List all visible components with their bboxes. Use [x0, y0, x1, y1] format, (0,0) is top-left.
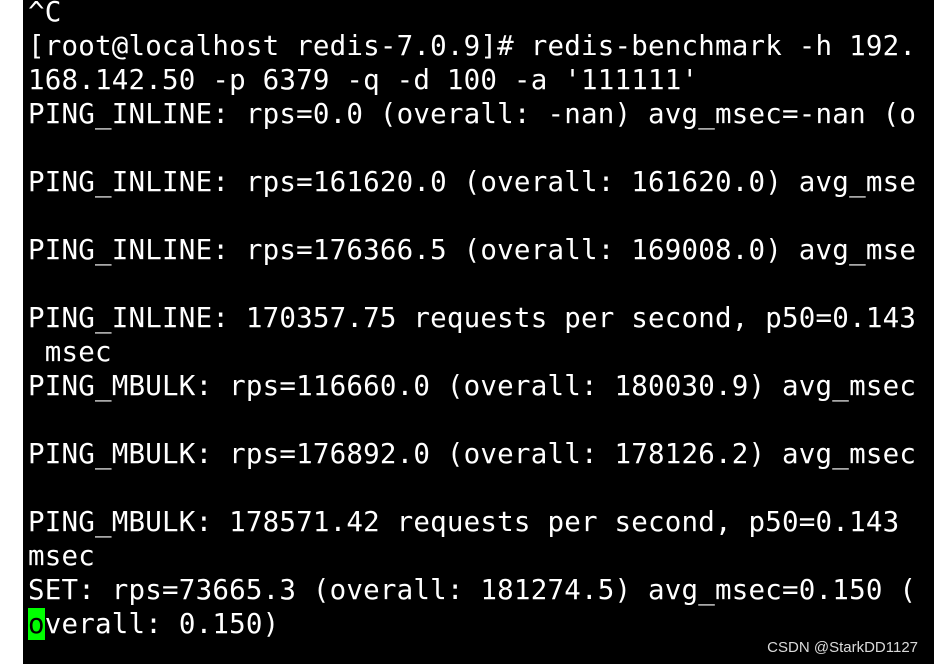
- terminal-line-text: verall: 0.150): [44, 608, 280, 640]
- terminal-cursor: o: [28, 608, 45, 640]
- terminal-line: PING_INLINE: rps=176366.5 (overall: 1690…: [28, 234, 917, 266]
- terminal-output: ^C [root@localhost redis-7.0.9]# redis-b…: [28, 0, 916, 641]
- terminal-line: msec: [28, 540, 96, 572]
- terminal-line: ^C: [28, 0, 62, 28]
- left-margin: [0, 0, 23, 664]
- terminal-line: PING_INLINE: rps=161620.0 (overall: 1616…: [28, 166, 917, 198]
- terminal-line: PING_MBULK: rps=176892.0 (overall: 17812…: [28, 438, 917, 470]
- terminal-line: [root@localhost redis-7.0.9]# redis-benc…: [28, 30, 917, 62]
- terminal-line: PING_MBULK: 178571.42 requests per secon…: [28, 506, 900, 538]
- terminal-line: PING_INLINE: rps=0.0 (overall: -nan) avg…: [28, 98, 917, 130]
- watermark: CSDN @StarkDD1127: [767, 639, 918, 656]
- terminal-line: PING_MBULK: rps=116660.0 (overall: 18003…: [28, 370, 917, 402]
- terminal-last-line: overall: 0.150): [28, 607, 916, 641]
- terminal-line: msec: [28, 336, 112, 368]
- terminal-window[interactable]: ^C [root@localhost redis-7.0.9]# redis-b…: [23, 0, 934, 664]
- terminal-line: 168.142.50 -p 6379 -q -d 100 -a '111111': [28, 64, 699, 96]
- terminal-line: PING_INLINE: 170357.75 requests per seco…: [28, 302, 917, 334]
- terminal-line: SET: rps=73665.3 (overall: 181274.5) avg…: [28, 574, 917, 606]
